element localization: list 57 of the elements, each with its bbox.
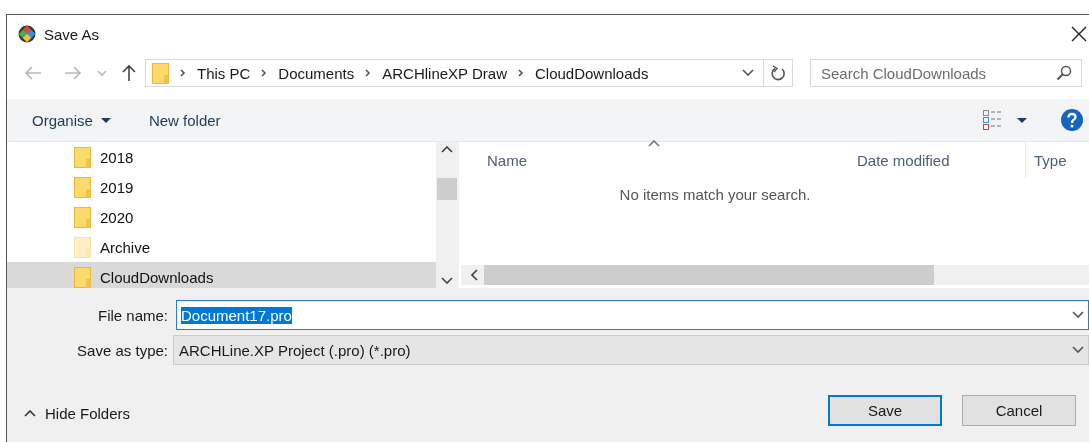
folder-icon xyxy=(74,236,91,258)
organise-menu[interactable]: Organise xyxy=(32,111,111,129)
breadcrumb[interactable]: Documents xyxy=(278,64,355,82)
folder-name: 2020 xyxy=(100,208,134,226)
empty-message: No items match your search. xyxy=(619,186,811,205)
tree-item[interactable]: CloudDownloads xyxy=(7,262,436,288)
help-icon[interactable] xyxy=(1061,109,1083,131)
file-type-dropdown[interactable]: ARCHLine.XP Project (.pro) (*.pro) xyxy=(173,335,1089,365)
chevron-right-icon xyxy=(365,69,372,77)
search-field[interactable]: Search CloudDownloads xyxy=(810,59,1082,87)
file-name-field[interactable]: Document17.pro xyxy=(176,300,1089,330)
column-header[interactable]: Name xyxy=(461,142,831,178)
tree-item[interactable]: 2020 xyxy=(7,202,436,232)
app-icon xyxy=(18,25,36,43)
scrollbar-thumb[interactable] xyxy=(484,265,934,285)
scroll-down-icon[interactable] xyxy=(441,277,453,284)
window-title: Save As xyxy=(44,25,100,43)
folder-name: 2018 xyxy=(100,148,134,166)
folder-name: 2019 xyxy=(100,178,134,196)
caret-icon xyxy=(100,117,111,123)
tree-item[interactable]: Archive xyxy=(7,232,436,262)
breadcrumb[interactable]: CloudDownloads xyxy=(535,64,649,82)
chevron-right-icon xyxy=(261,69,268,77)
caret-icon[interactable] xyxy=(1017,117,1027,123)
folder-icon xyxy=(152,62,169,84)
folder-name: Archive xyxy=(100,238,151,256)
dropdown-icon[interactable] xyxy=(742,69,754,77)
address-bar[interactable]: This PC Documents ARCHlineXP Draw CloudDownloads xyxy=(145,59,793,87)
close-icon[interactable] xyxy=(1071,26,1087,42)
breadcrumb[interactable]: ARCHlineXP Draw xyxy=(382,64,507,82)
field-label: File name: xyxy=(96,306,168,324)
tree-item[interactable]: 2018 xyxy=(7,142,436,172)
refresh-icon[interactable] xyxy=(770,65,786,81)
scroll-left-icon[interactable] xyxy=(471,269,478,281)
dropdown-icon xyxy=(1072,346,1084,354)
scrollbar-thumb[interactable] xyxy=(437,178,457,200)
new-folder-button[interactable]: New folder xyxy=(148,111,221,129)
column-header[interactable]: Type xyxy=(1025,142,1085,178)
folder-icon xyxy=(74,206,91,228)
tree-item[interactable]: 2019 xyxy=(7,172,436,202)
hide-folders-button[interactable]: Hide Folders xyxy=(24,405,131,422)
breadcrumb[interactable]: This PC xyxy=(197,64,251,82)
scroll-up-icon[interactable] xyxy=(441,146,453,153)
folder-icon xyxy=(74,146,91,168)
folder-name: CloudDownloads xyxy=(100,268,214,286)
folder-icon xyxy=(74,266,91,288)
column-header[interactable]: Date modified xyxy=(831,142,1025,178)
up-icon[interactable] xyxy=(121,64,137,82)
view-icon[interactable] xyxy=(983,110,1001,130)
dialog-button[interactable]: Cancel xyxy=(962,395,1076,426)
chevron-right-icon xyxy=(518,69,524,77)
chevron-up-icon xyxy=(24,410,36,417)
field-label: Save as type: xyxy=(76,341,168,359)
dropdown-icon[interactable] xyxy=(1072,311,1084,319)
dialog-button[interactable]: Save xyxy=(828,395,942,426)
chevron-right-icon xyxy=(180,69,186,77)
folder-icon xyxy=(74,176,91,198)
